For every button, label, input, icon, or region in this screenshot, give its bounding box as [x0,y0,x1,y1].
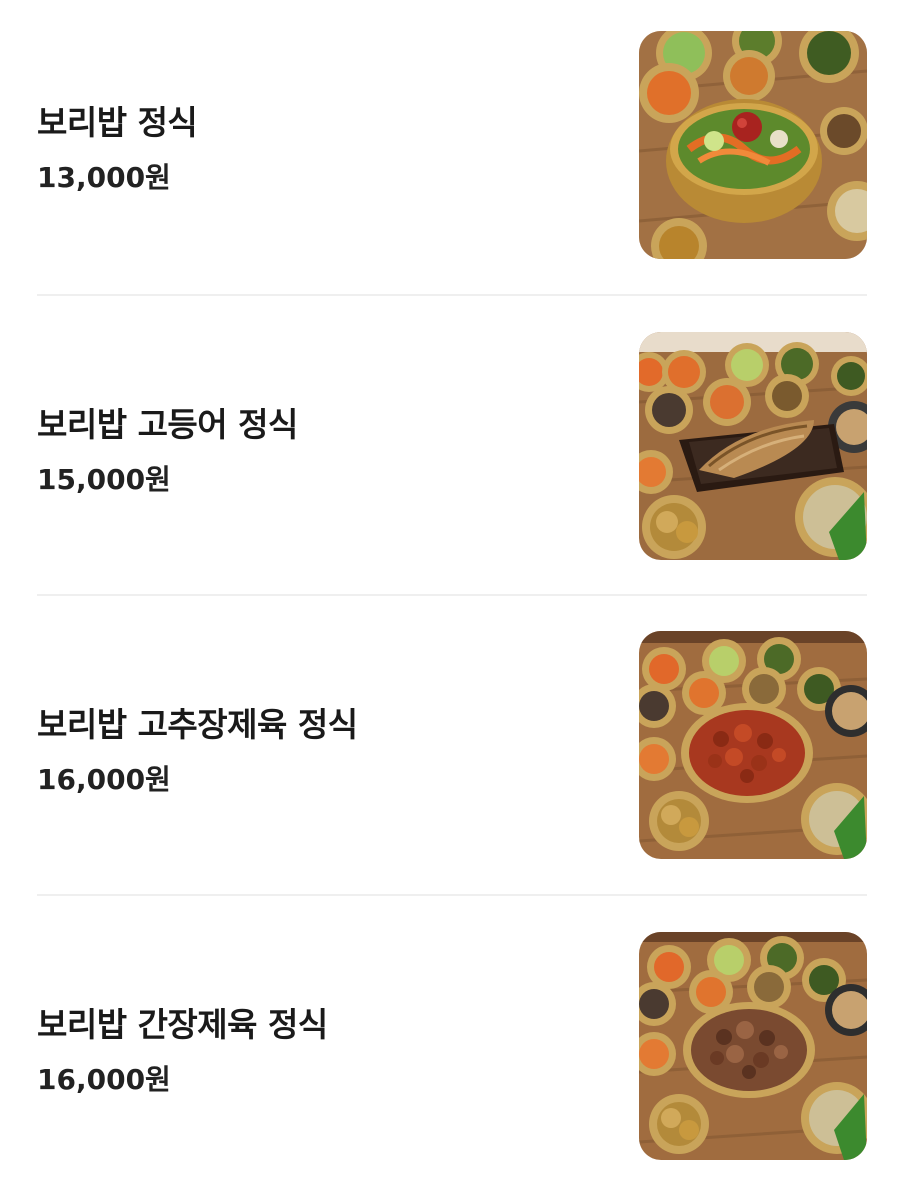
menu-item-spicy-pork-set[interactable]: 보리밥 고추장제육 정식 16,000원 [0,600,900,900]
mackerel-set-photo [639,332,867,560]
menu-item-price: 16,000원 [37,1063,171,1096]
menu-item-price: 13,000원 [37,161,171,194]
bibimbap-set-photo [639,31,867,259]
menu-item-mackerel-set[interactable]: 보리밥 고등어 정식 15,000원 [0,300,900,600]
menu-item-price: 15,000원 [37,463,171,496]
menu-list: 보리밥 정식 13,000원 보리밥 고등어 정식 15,000원 보리밥 고추… [0,0,900,1170]
divider [37,894,867,896]
menu-item-soy-pork-set[interactable]: 보리밥 간장제육 정식 16,000원 [0,900,900,1200]
menu-item-name: 보리밥 간장제육 정식 [37,1005,328,1044]
soy-pork-set-photo [639,932,867,1160]
menu-item-price: 16,000원 [37,763,171,796]
menu-item-barley-rice-set[interactable]: 보리밥 정식 13,000원 [0,0,900,300]
menu-item-name: 보리밥 고추장제육 정식 [37,705,358,744]
menu-item-name: 보리밥 고등어 정식 [37,405,298,444]
divider [37,594,867,596]
spicy-pork-set-photo [639,631,867,859]
menu-item-name: 보리밥 정식 [37,103,198,142]
divider [37,294,867,296]
